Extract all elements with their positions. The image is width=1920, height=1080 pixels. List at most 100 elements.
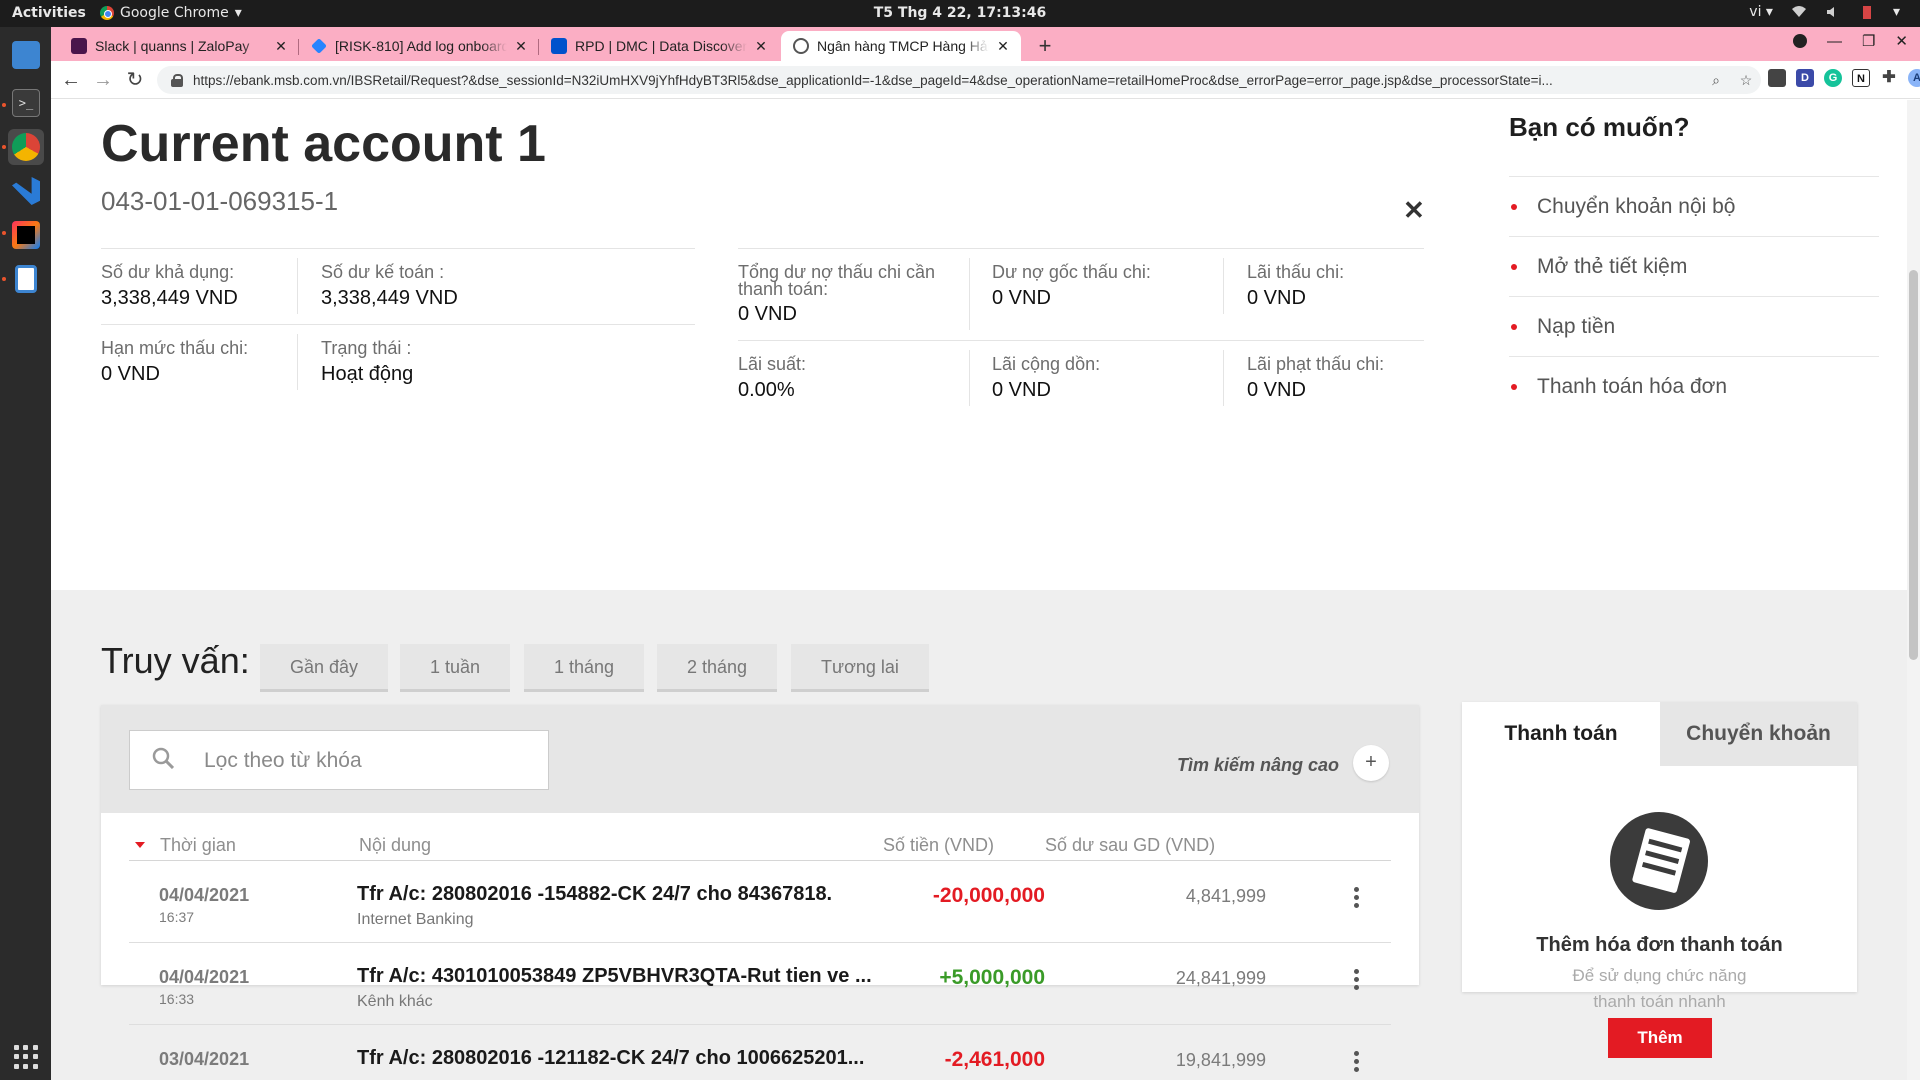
new-tab-button[interactable]: + [1032,33,1058,59]
browser-tab-active[interactable]: Ngân hàng TMCP Hàng Hải ✕ [781,31,1021,61]
add-bill-subtext-2: thanh toán nhanh [1593,992,1726,1011]
quick-action-label: Thanh toán hóa đơn [1537,375,1728,398]
page-scrollbar[interactable] [1907,100,1920,1080]
reload-button[interactable]: ↻ [123,68,147,92]
filter-1-week-button[interactable]: 1 tuần [400,644,510,692]
advanced-search-link[interactable]: Tìm kiếm nâng cao [1177,755,1339,776]
system-clock[interactable]: T5 Thg 4 22, 17:13:46 [874,5,1047,21]
table-row[interactable]: 03/04/2021 Tfr A/c: 280802016 -121182-CK… [129,1025,1391,1080]
more-options-icon[interactable] [1354,1051,1360,1077]
interest-rate-value: 0.00% [738,379,795,401]
advanced-search-plus-icon[interactable]: + [1353,745,1389,781]
table-row[interactable]: 04/04/2021 16:37 Tfr A/c: 280802016 -154… [129,861,1391,943]
close-tab-icon[interactable]: ✕ [513,38,529,55]
close-tab-icon[interactable]: ✕ [995,38,1011,55]
close-tab-icon[interactable]: ✕ [753,38,769,55]
browser-tab[interactable]: Slack | quanns | ZaloPay ✕ [59,31,299,61]
back-button[interactable]: ← [59,68,83,92]
close-window-button[interactable]: ✕ [1895,32,1908,50]
available-balance-value: 3,338,449 VND [101,287,238,309]
add-bill-heading: Thêm hóa đơn thanh toán [1536,934,1783,956]
available-balance-label: Số dư khả dụng: [101,262,235,282]
extension-notion-icon[interactable]: N [1852,69,1870,87]
extensions-puzzle-icon[interactable]: ✚ [1880,69,1898,87]
maximize-button[interactable]: ❐ [1862,32,1875,50]
close-tab-icon[interactable]: ✕ [273,38,289,55]
activities-button[interactable]: Activities [12,5,86,21]
forward-button[interactable]: → [91,68,115,92]
close-icon[interactable]: ✕ [1403,195,1425,226]
zoom-icon[interactable]: ⌕ [1701,72,1731,89]
volume-icon [1826,7,1834,17]
globe-icon [793,38,809,54]
overdraft-limit-label: Hạn mức thấu chi: [101,338,249,358]
keyword-filter-input[interactable] [204,747,524,775]
tab-title: RPD | DMC | Data Discovery [575,38,747,54]
dock-running-indicator [2,145,6,149]
filter-future-button[interactable]: Tương lai [791,644,929,692]
filter-1-month-button[interactable]: 1 tháng [524,644,644,692]
profile-avatar[interactable]: A [1908,69,1920,87]
column-time-header[interactable]: Thời gian [160,835,236,856]
tx-date: 03/04/2021 [159,1049,250,1069]
show-applications-icon[interactable] [14,1045,38,1069]
sort-desc-icon[interactable] [135,842,145,848]
tx-time: 16:33 [159,991,195,1007]
browser-tab[interactable]: [RISK-810] Add log onboarding ✕ [299,31,539,61]
keyword-filter[interactable] [129,730,549,790]
tab-search-icon[interactable] [1792,34,1807,48]
filter-recent-button[interactable]: Gần đây [260,644,388,692]
minimize-button[interactable]: — [1827,33,1842,50]
filter-2-months-button[interactable]: 2 tháng [657,644,777,692]
overdraft-limit-value: 0 VND [101,363,160,385]
quick-actions-title: Bạn có muốn? [1509,112,1690,142]
total-overdraft-due-label: Tổng dư nợ thấu chi cần thanh toán: [738,262,935,299]
tab-payment[interactable]: Thanh toán [1462,702,1660,766]
tx-channel: Kênh khác [357,993,433,1010]
quick-action-top-up[interactable]: Nạp tiền [1509,296,1879,356]
language-indicator[interactable]: vi ▾ [1749,4,1773,20]
more-options-icon[interactable] [1354,887,1360,913]
bookmark-star-icon[interactable]: ☆ [1731,72,1761,89]
tx-balance: 4,841,999 [1185,886,1266,906]
quick-action-internal-transfer[interactable]: Chuyển khoản nội bộ [1509,176,1879,236]
tab-title: Ngân hàng TMCP Hàng Hải [817,38,989,54]
url-text[interactable]: https://ebank.msb.com.vn/IBSRetail/Reque… [193,73,1701,88]
jira-icon [311,38,327,54]
more-options-icon[interactable] [1354,969,1360,995]
extension-d-icon[interactable]: D [1796,69,1814,87]
app-menu[interactable]: Google Chrome ▾ [100,5,242,21]
overdraft-interest-value: 0 VND [1247,287,1306,309]
add-bill-button[interactable]: Thêm [1608,1018,1712,1058]
dock-running-indicator [2,103,6,107]
lock-icon[interactable] [171,74,183,87]
total-overdraft-due-value: 0 VND [738,303,797,325]
wifi-icon [1791,6,1806,17]
tx-date: 04/04/2021 [159,885,250,905]
extension-qr-icon[interactable] [1768,69,1786,87]
dock-chrome-icon[interactable] [8,129,44,165]
system-tray[interactable]: vi ▾ ▾ [1749,4,1900,20]
transactions-toolbar: Tìm kiếm nâng cao + [101,705,1419,813]
dock-text-editor-icon[interactable] [8,261,44,297]
quick-action-label: Chuyển khoản nội bộ [1537,195,1736,218]
dock-files-icon[interactable] [8,37,44,73]
dock-terminal-icon[interactable]: >_ [8,85,44,121]
extension-grammarly-icon[interactable]: G [1824,69,1842,87]
dock-vscode-icon[interactable] [8,173,44,209]
system-top-bar: Activities Google Chrome ▾ T5 Thg 4 22, … [0,0,1920,27]
dock-intellij-icon[interactable] [8,217,44,253]
tx-channel: Internet Banking [357,911,474,928]
tab-transfer[interactable]: Chuyển khoản [1660,702,1857,766]
tx-description: Tfr A/c: 4301010053849 ZP5VBHVR3QTA-Rut … [357,965,872,987]
address-bar[interactable]: https://ebank.msb.com.vn/IBSRetail/Reque… [157,66,1761,94]
tx-description: Tfr A/c: 280802016 -154882-CK 24/7 cho 8… [357,883,833,905]
power-menu-chevron-icon[interactable]: ▾ [1893,4,1900,20]
browser-tab[interactable]: RPD | DMC | Data Discovery ✕ [539,31,779,61]
quick-action-bill-payment[interactable]: Thanh toán hóa đơn [1509,356,1879,416]
scrollbar-thumb[interactable] [1909,270,1918,660]
battery-icon [1862,6,1871,19]
table-row[interactable]: 04/04/2021 16:33 Tfr A/c: 4301010053849 … [129,943,1391,1025]
quick-action-open-savings[interactable]: Mở thẻ tiết kiệm [1509,236,1879,296]
dock-running-indicator [2,231,6,235]
